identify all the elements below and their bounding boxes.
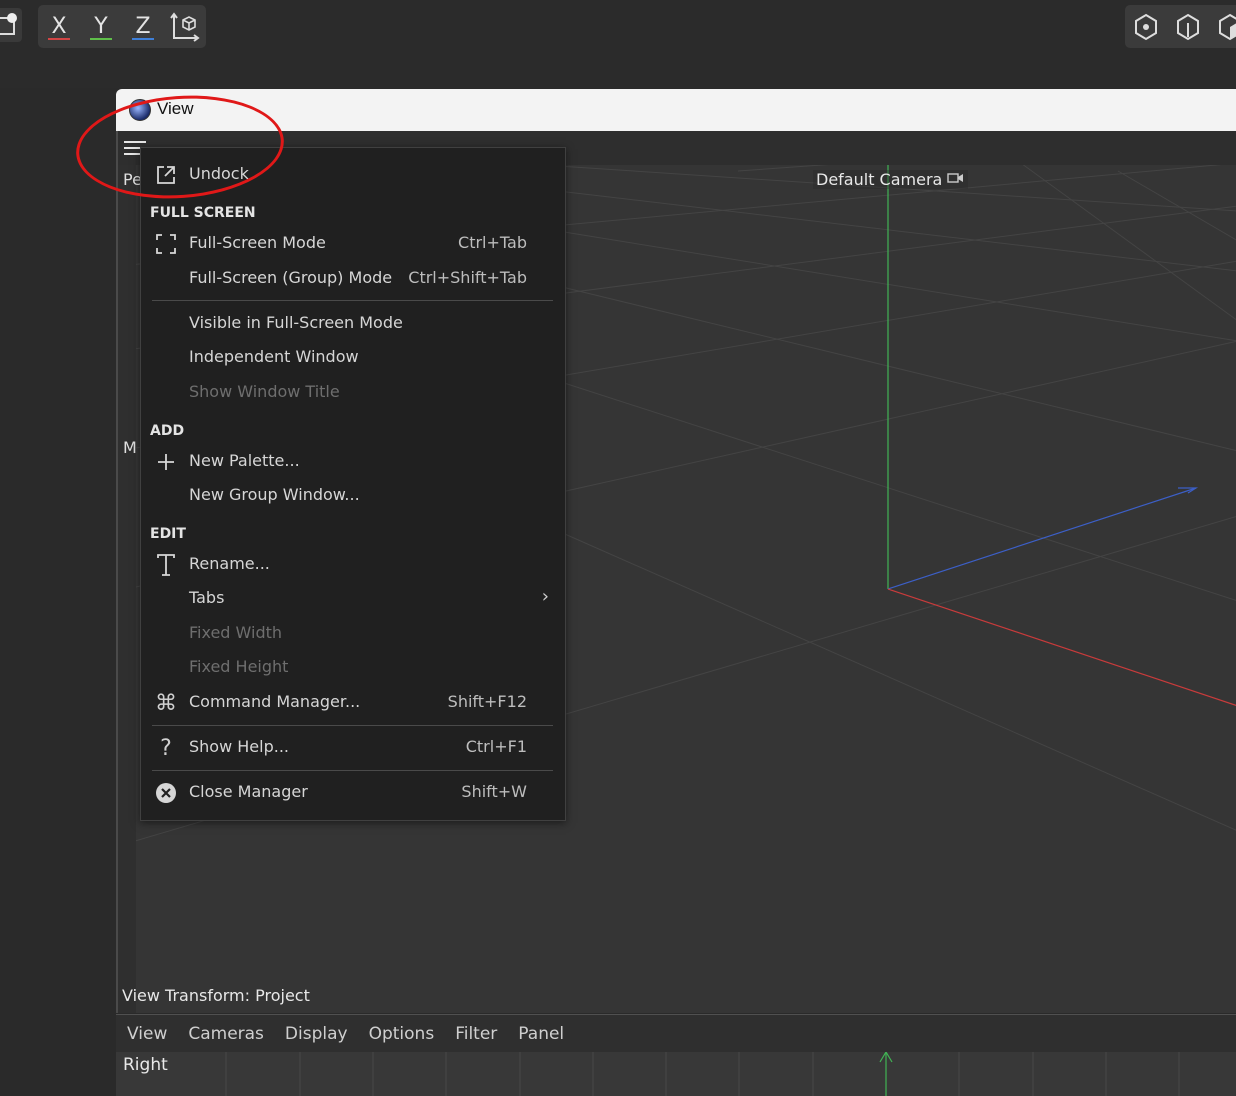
menu-item-label: Independent Window xyxy=(189,347,359,366)
bottom-viewport-menubar: View Cameras Display Options Filter Pane… xyxy=(116,1014,1236,1053)
display-mode-group xyxy=(1125,5,1236,48)
x-axis-button[interactable]: X xyxy=(38,5,80,48)
menu-filter[interactable]: Filter xyxy=(455,1024,497,1044)
menu-item-shortcut: Shift+W xyxy=(461,782,527,801)
y-axis-label: Y xyxy=(94,14,108,39)
cinema4d-logo-icon xyxy=(129,99,151,121)
menu-item-new-palette[interactable]: New Palette... xyxy=(141,445,565,479)
view-window-titlebar[interactable]: View xyxy=(116,89,1236,131)
menu-item-command-manager[interactable]: ⌘ Command Manager... Shift+F12 xyxy=(141,686,565,720)
cube-solid-icon[interactable] xyxy=(1209,5,1236,48)
menu-item-label: Undock xyxy=(189,164,249,183)
menu-item-label: Visible in Full-Screen Mode xyxy=(189,313,403,332)
viewport-side-label: M xyxy=(123,438,137,457)
menu-item-label: Show Help... xyxy=(189,737,289,756)
menu-item-show-window-title: Show Window Title xyxy=(141,376,565,410)
axis-lock-group: X Y Z xyxy=(38,5,206,48)
menu-item-label: Rename... xyxy=(189,554,270,573)
menu-item-shortcut: Ctrl+Tab xyxy=(458,233,527,252)
menu-item-label: Command Manager... xyxy=(189,692,361,711)
menu-item-full-screen-group-mode[interactable]: Full-Screen (Group) Mode Ctrl+Shift+Tab xyxy=(141,262,565,296)
question-mark-icon: ? xyxy=(160,735,172,761)
menu-item-label: Full-Screen (Group) Mode xyxy=(189,268,393,287)
menu-item-fixed-height: Fixed Height xyxy=(141,651,565,685)
menu-cameras[interactable]: Cameras xyxy=(188,1024,264,1044)
z-axis-label: Z xyxy=(135,14,151,39)
menu-item-label: Fixed Width xyxy=(189,623,283,642)
menu-display[interactable]: Display xyxy=(285,1024,348,1044)
menu-item-visible-in-full-screen[interactable]: Visible in Full-Screen Mode xyxy=(141,307,565,341)
menu-item-close-manager[interactable]: Close Manager Shift+W xyxy=(141,776,565,810)
camera-label-text: Default Camera xyxy=(816,170,943,189)
chevron-right-icon: › xyxy=(541,586,549,607)
cube-half-icon[interactable] xyxy=(1167,5,1209,48)
default-camera-label[interactable]: Default Camera xyxy=(813,170,969,189)
menu-item-label: Tabs xyxy=(189,588,225,607)
menu-panel[interactable]: Panel xyxy=(518,1024,564,1044)
section-full-screen: FULL SCREEN xyxy=(150,205,256,221)
camera-dot-icon[interactable] xyxy=(0,8,22,42)
window-title: View xyxy=(157,99,194,118)
menu-item-fixed-width: Fixed Width xyxy=(141,617,565,651)
menu-item-label: New Palette... xyxy=(189,451,300,470)
menu-item-label: Full-Screen Mode xyxy=(189,233,326,252)
menu-item-label: Show Window Title xyxy=(189,382,340,401)
section-add: ADD xyxy=(150,423,185,439)
menu-item-label: Fixed Height xyxy=(189,657,289,676)
viewport-left-strip xyxy=(118,165,136,1013)
menu-item-shortcut: Ctrl+Shift+Tab xyxy=(408,268,527,287)
section-edit: EDIT xyxy=(150,526,186,542)
y-axis-button[interactable]: Y xyxy=(80,5,122,48)
right-viewport-grid xyxy=(225,1052,1180,1096)
menu-item-independent-window[interactable]: Independent Window xyxy=(141,341,565,375)
undock-icon xyxy=(153,162,179,188)
menu-item-tabs[interactable]: Tabs › xyxy=(141,582,565,616)
menu-item-new-group-window[interactable]: New Group Window... xyxy=(141,479,565,513)
fullscreen-icon xyxy=(153,231,179,257)
menu-item-label: Close Manager xyxy=(189,782,308,801)
right-viewport-label: Right xyxy=(123,1055,168,1075)
z-axis-button[interactable]: Z xyxy=(122,5,164,48)
manager-context-menu: Undock FULL SCREEN Full-Screen Mode Ctrl… xyxy=(140,147,566,821)
menu-view[interactable]: View xyxy=(127,1024,167,1044)
menu-item-undock[interactable]: Undock xyxy=(141,158,565,192)
menu-item-shortcut: Shift+F12 xyxy=(447,692,527,711)
text-cursor-icon xyxy=(153,552,179,578)
close-circle-icon xyxy=(153,780,179,806)
view-transform-label: View Transform: Project xyxy=(122,986,310,1005)
menu-options[interactable]: Options xyxy=(369,1024,435,1044)
menu-separator xyxy=(152,725,553,726)
top-toolbar: X Y Z xyxy=(0,0,1236,88)
menu-item-rename[interactable]: Rename... xyxy=(141,548,565,582)
menu-item-shortcut: Ctrl+F1 xyxy=(465,737,527,756)
menu-separator xyxy=(152,770,553,771)
menu-item-full-screen-mode[interactable]: Full-Screen Mode Ctrl+Tab xyxy=(141,227,565,261)
command-key-icon: ⌘ xyxy=(155,690,177,716)
right-viewport[interactable] xyxy=(116,1052,1236,1096)
plus-icon xyxy=(153,449,179,475)
menu-item-label: New Group Window... xyxy=(189,485,360,504)
camera-icon xyxy=(947,173,964,183)
cube-outline-icon[interactable] xyxy=(1125,5,1167,48)
menu-item-show-help[interactable]: ? Show Help... Ctrl+F1 xyxy=(141,731,565,765)
menu-separator xyxy=(152,300,553,301)
x-axis-label: X xyxy=(51,14,67,39)
world-axis-icon[interactable] xyxy=(164,5,206,48)
